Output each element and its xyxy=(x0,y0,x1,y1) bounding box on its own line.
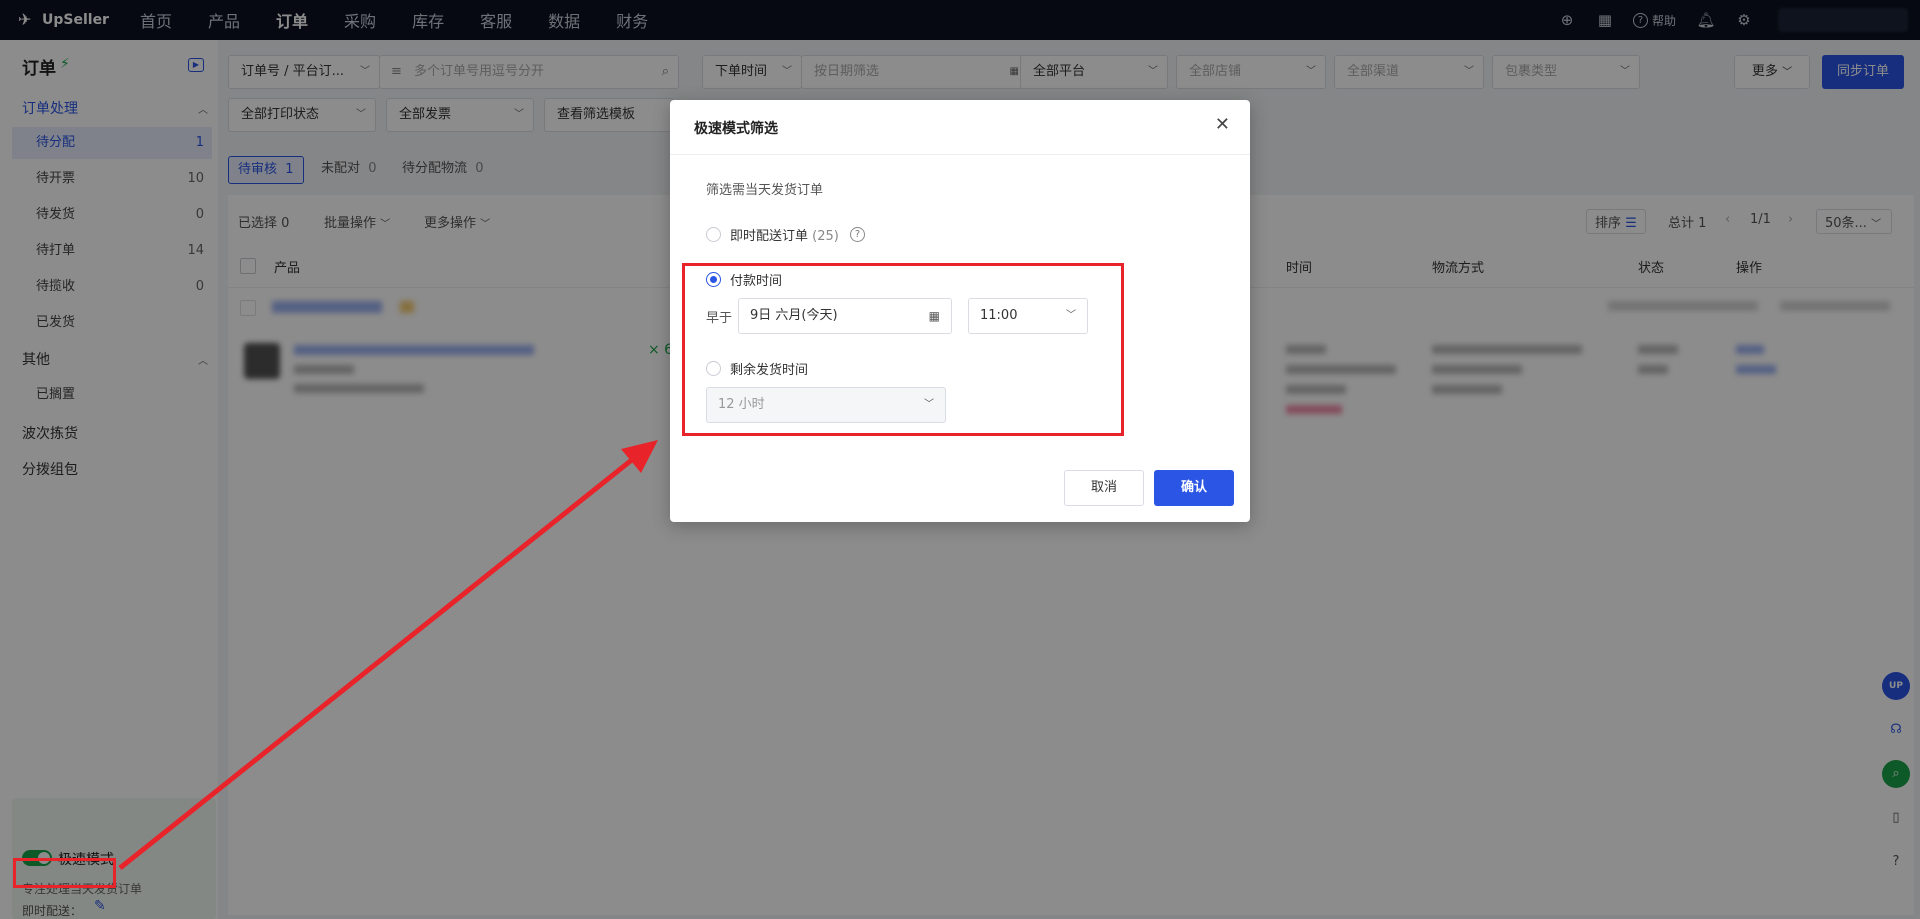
instant-delivery-option[interactable]: 即时配送订单 (25) xyxy=(730,225,839,244)
dialog-header: 极速模式筛选 ✕ xyxy=(670,100,1250,155)
speed-filter-dialog: 极速模式筛选 ✕ 筛选需当天发货订单 即时配送订单 (25) ? 付款时间 早于… xyxy=(670,100,1250,522)
close-icon[interactable]: ✕ xyxy=(1215,114,1230,135)
question-icon[interactable]: ? xyxy=(850,227,865,242)
annotation-arrow-line xyxy=(118,453,640,870)
dialog-subtitle: 筛选需当天发货订单 xyxy=(706,183,824,198)
instant-delivery-radio[interactable] xyxy=(706,227,721,242)
instant-delivery-count: (25) xyxy=(812,229,839,244)
payment-options-highlight xyxy=(682,263,1124,436)
confirm-button[interactable]: 确认 xyxy=(1154,470,1234,506)
annotation-arrowhead xyxy=(621,440,658,473)
instant-delivery-label: 即时配送订单 xyxy=(730,229,809,244)
dialog-title: 极速模式筛选 xyxy=(694,121,778,137)
cancel-button[interactable]: 取消 xyxy=(1064,470,1144,506)
